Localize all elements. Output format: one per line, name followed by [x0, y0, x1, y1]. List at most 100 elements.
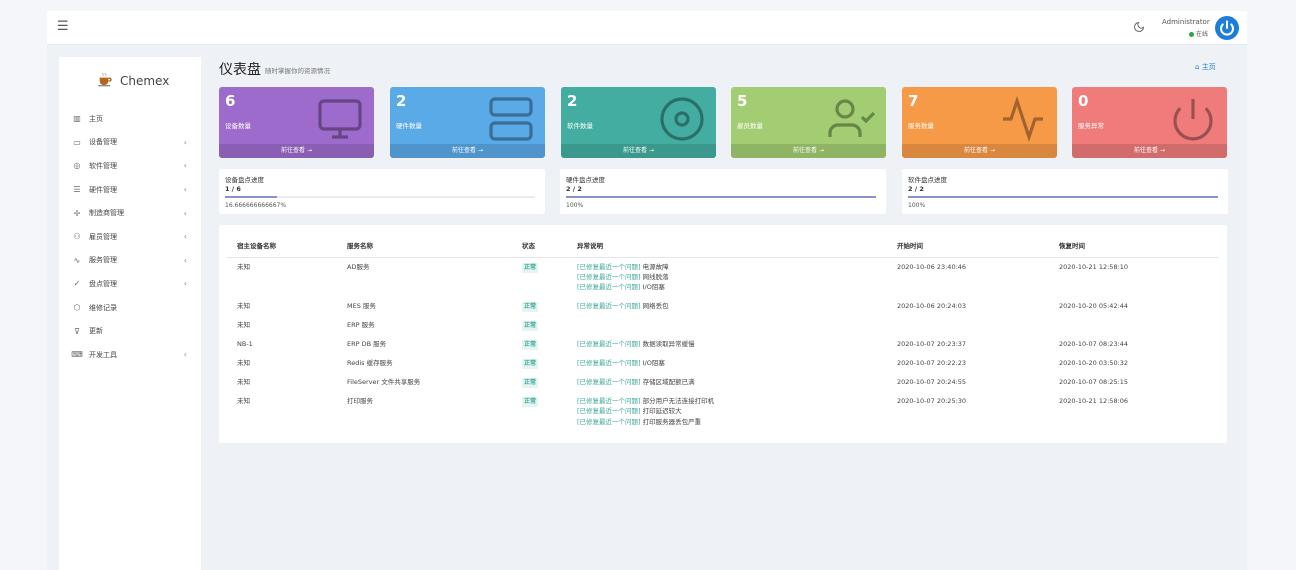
- fix-issue-link[interactable]: [已修复最近一个问题]: [577, 407, 641, 415]
- column-header: 状态: [512, 233, 567, 258]
- service-cell[interactable]: ERP DB 服务: [337, 335, 512, 354]
- progress-value: 2 / 2: [566, 185, 582, 193]
- table-row: NB-1 ERP DB 服务 正常 [已修复最近一个问题] 数据读取异常缓慢 2020-…: [227, 335, 1219, 354]
- stat-card[interactable]: 0 服务异常 前往查看 →: [1072, 87, 1227, 158]
- service-cell[interactable]: FileServer 文件共享服务: [337, 373, 512, 392]
- progress-value: 2 / 2: [908, 185, 924, 193]
- service-cell[interactable]: MES 服务: [337, 297, 512, 316]
- service-cell[interactable]: Redis 缓存服务: [337, 354, 512, 373]
- fix-issue-link[interactable]: [已修复最近一个问题]: [577, 397, 641, 405]
- status-cell: 正常: [512, 297, 567, 316]
- status-badge: 正常: [522, 339, 539, 350]
- host-cell: 未知: [237, 320, 250, 329]
- status-badge: 正常: [522, 320, 539, 331]
- service-cell[interactable]: AD服务: [337, 257, 512, 297]
- chevron-left-icon: ‹: [183, 279, 187, 289]
- issues-cell: [已修复最近一个问题] 存储区域配额已满: [567, 373, 887, 392]
- sidebar-item[interactable]: ⌨ 开发工具 ‹: [59, 343, 201, 367]
- table-row: 未知 AD服务 正常 [已修复最近一个问题] 电源故障 [已修复最近一个问题] 网线脱落…: [227, 257, 1219, 297]
- issue-text: 存储区域配额已满: [640, 377, 695, 386]
- service-cell[interactable]: 打印服务: [337, 392, 512, 431]
- fix-issue-link[interactable]: [已修复最近一个问题]: [577, 418, 641, 426]
- breadcrumb[interactable]: ⌂ 主页: [1195, 62, 1216, 72]
- progress-title: 设备盘点进度: [225, 176, 264, 184]
- chevron-left-icon: ‹: [183, 137, 187, 147]
- status-cell: 正常: [512, 257, 567, 297]
- moon-icon[interactable]: [1133, 21, 1147, 35]
- sidebar-item[interactable]: ∿ 服务管理 ‹: [59, 249, 201, 273]
- stat-card-link[interactable]: 前往查看 →: [219, 144, 374, 158]
- stat-card-label: 雇员数量: [737, 122, 763, 130]
- stat-card[interactable]: 5 雇员数量前往查看 →: [731, 87, 886, 158]
- filter-icon: ⊽: [74, 326, 80, 336]
- issues-cell: [已修复最近一个问题] 电源故障 [已修复最近一个问题] 网线脱落 [已修复最近一个…: [567, 257, 887, 297]
- status-cell: 正常: [512, 392, 567, 431]
- hamburger-icon[interactable]: ☰: [57, 19, 69, 34]
- stat-card-value: 0: [1078, 92, 1089, 110]
- table-row: 未知 ERP 服务 正常: [227, 316, 1219, 335]
- fix-issue-link[interactable]: [已修复最近一个问题]: [577, 340, 641, 348]
- chevron-left-icon: ‹: [183, 255, 187, 265]
- sidebar-item[interactable]: ⬡ 维修记录: [59, 296, 201, 320]
- stat-card-link[interactable]: 前往查看 →: [1072, 144, 1227, 158]
- power-icon[interactable]: [1215, 16, 1239, 40]
- progress-fill: [566, 196, 876, 198]
- fix-issue-link[interactable]: [已修复最近一个问题]: [577, 263, 641, 271]
- issue-text: 电源故障: [640, 262, 669, 271]
- stat-card[interactable]: 2 软件数量 前往查看 →: [561, 87, 716, 158]
- stat-card[interactable]: 7 服务数量 前往查看 →: [902, 87, 1057, 158]
- fix-issue-link[interactable]: [已修复最近一个问题]: [577, 378, 641, 386]
- issue-text: 部分用户无法连接打印机: [640, 396, 715, 405]
- sidebar-item[interactable]: ⚇ 雇员管理 ‹: [59, 225, 201, 249]
- sidebar-item-label: 盘点管理: [89, 279, 117, 288]
- stat-card[interactable]: 2 硬件数量 前往查看 →: [390, 87, 545, 158]
- sidebar-item-label: 硬件管理: [89, 185, 117, 194]
- host-cell: 未知: [237, 358, 250, 367]
- progress-title: 软件盘点进度: [908, 176, 947, 184]
- start-time-cell: 2020-10-06 20:24:03: [897, 301, 967, 310]
- disc-icon: [658, 95, 706, 147]
- stat-card-link[interactable]: 前往查看 →: [561, 144, 716, 158]
- sidebar-item[interactable]: ✢ 制造商管理 ‹: [59, 201, 201, 225]
- issue-text: 网线脱落: [640, 272, 669, 281]
- fix-issue-link[interactable]: [已修复最近一个问题]: [577, 302, 641, 310]
- power-icon: [1169, 95, 1217, 147]
- sidebar-item-label: 软件管理: [89, 161, 117, 170]
- stat-card-link[interactable]: 前往查看 →: [902, 144, 1057, 158]
- start-time-cell: [887, 316, 1049, 335]
- sidebar-item[interactable]: ✓ 盘点管理 ‹: [59, 272, 201, 296]
- stat-card-link[interactable]: 前往查看 →: [390, 144, 545, 158]
- inventory-progress: 硬件盘点进度 2 / 2 100%: [560, 169, 886, 214]
- service-cell[interactable]: ERP 服务: [337, 316, 512, 335]
- shield-icon: ⬡: [73, 303, 81, 313]
- progress-percent: 16.666666666667%: [225, 202, 287, 209]
- progress-bar: [566, 196, 876, 198]
- sidebar-item[interactable]: ◎ 软件管理 ‹: [59, 154, 201, 178]
- stat-card-value: 5: [737, 92, 748, 110]
- progress-bar: [225, 196, 535, 198]
- chevron-left-icon: ‹: [183, 350, 187, 360]
- sidebar-item[interactable]: ▥ 主页: [59, 107, 201, 131]
- keyboard-icon: ⌨: [71, 350, 83, 360]
- start-time-cell: 2020-10-07 20:25:30: [897, 396, 967, 405]
- fix-issue-link[interactable]: [已修复最近一个问题]: [577, 359, 641, 367]
- status-badge: 正常: [522, 377, 539, 388]
- fix-issue-link[interactable]: [已修复最近一个问题]: [577, 273, 641, 281]
- stat-card[interactable]: 6 设备数量 前往查看 →: [219, 87, 374, 158]
- sidebar-item[interactable]: ▭ 设备管理 ‹: [59, 131, 201, 155]
- user-name[interactable]: Administrator: [1162, 18, 1210, 26]
- progress-fill: [908, 196, 1218, 198]
- sidebar-item[interactable]: ⊽ 更新: [59, 319, 201, 343]
- issue-text: 网络丢包: [640, 301, 669, 310]
- brand[interactable]: Chemex: [97, 71, 169, 91]
- progress-value: 1 / 6: [225, 185, 241, 193]
- fix-issue-link[interactable]: [已修复最近一个问题]: [577, 283, 641, 291]
- stat-card-link[interactable]: 前往查看 →: [731, 144, 886, 158]
- status-cell: 正常: [512, 316, 567, 335]
- sidebar-item[interactable]: ☰ 硬件管理 ‹: [59, 178, 201, 202]
- stat-card-value: 6: [225, 92, 236, 110]
- sidebar-item-label: 主页: [89, 114, 103, 123]
- user-check-icon: ⚇: [73, 232, 81, 242]
- sidebar-item-label: 开发工具: [89, 350, 117, 359]
- table-row: 未知 FileServer 文件共享服务 正常 [已修复最近一个问题] 存储区域配额已…: [227, 373, 1219, 392]
